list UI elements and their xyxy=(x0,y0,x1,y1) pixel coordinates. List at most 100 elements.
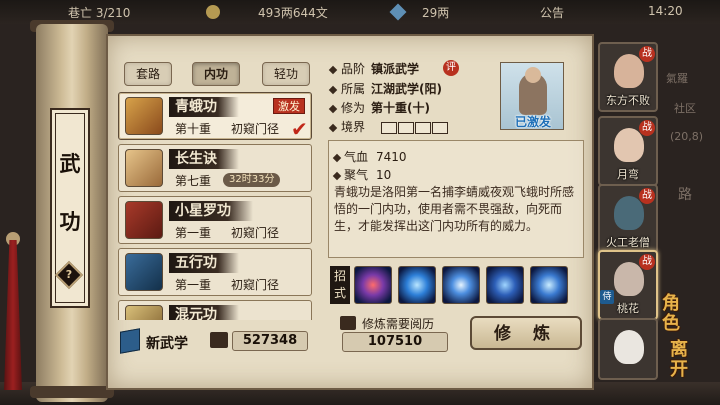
diamond-icon xyxy=(332,153,342,162)
move-slot-3[interactable] xyxy=(442,266,480,304)
open-book-icon xyxy=(210,332,228,348)
stat-value: 7410 xyxy=(376,150,407,164)
experience-value: 527348 xyxy=(232,331,308,351)
cultivation-label: 修为 xyxy=(341,101,366,115)
checkmark-icon: ✔ xyxy=(291,117,308,141)
move-slot-4[interactable] xyxy=(486,266,524,304)
location-text: 巷亡 3/210 xyxy=(68,6,131,20)
hero-portrait xyxy=(614,330,644,364)
activated-badge: 激发 xyxy=(273,98,305,114)
stat-hp: 气血 7410 xyxy=(332,148,407,165)
role-menu-button[interactable]: 角色 xyxy=(662,294,688,334)
gem-value: 29两 xyxy=(422,6,450,20)
bg-fragment-d: (20,8) xyxy=(670,130,704,143)
skill-description: 青蛾功是洛阳第一名捕李蜻威夜观飞蛾时所感悟的一门内功，使用者需不畏强敌，向死而生… xyxy=(334,185,575,233)
hero-huogong[interactable]: 战 火工老僧 xyxy=(598,184,658,254)
hero-name: 东方不败 xyxy=(606,94,650,107)
grade-value: 镇派武学 xyxy=(371,62,420,76)
bg-fragment-a: 氣羅 xyxy=(666,72,688,85)
hero-portrait xyxy=(614,196,644,230)
skill-rank: 初窥门径 xyxy=(231,278,280,292)
skill-rank: 初窥门径 xyxy=(231,226,280,240)
skill-name: 小星罗功 xyxy=(169,201,253,221)
tab-inner-skill[interactable]: 内功 xyxy=(192,62,240,86)
grade-label: 品阶 xyxy=(341,62,366,76)
skill-level: 第十重 xyxy=(175,122,212,136)
move-slot-5[interactable] xyxy=(530,266,568,304)
leave-menu-button[interactable]: 离开 xyxy=(670,340,696,380)
book-icon xyxy=(120,328,140,354)
stat-qi: 聚气 10 xyxy=(332,166,391,183)
scroll-cap-bottom xyxy=(30,386,114,398)
training-timer: 32时33分 xyxy=(223,173,281,187)
hero-dongfang[interactable]: 战 东方不败 xyxy=(598,42,658,112)
notice-button[interactable]: 公告 xyxy=(540,4,564,21)
skill-item-qinge[interactable]: 青蛾功 激发 第十重 初窥门径 ✔ xyxy=(118,92,312,141)
hero-yuewan[interactable]: 战 月弯 xyxy=(598,116,658,186)
realm-label: 境界 xyxy=(341,120,366,134)
skill-level: 第一重 xyxy=(175,278,212,292)
battle-badge: 战 xyxy=(639,46,655,62)
scroll-icon xyxy=(125,97,163,135)
battle-badge: 战 xyxy=(639,254,655,270)
realm-progress xyxy=(381,119,449,138)
diamond-icon xyxy=(328,85,338,94)
diamond-icon xyxy=(328,104,338,113)
skill-list[interactable]: 青蛾功 激发 第十重 初窥门径 ✔ 长生诀 第七重 32时33分 小星罗功 第一… xyxy=(118,92,314,320)
skill-item-changsheng[interactable]: 长生诀 第七重 32时33分 xyxy=(118,144,312,192)
skill-name: 混元功 xyxy=(169,305,239,320)
skill-name: 五行功 xyxy=(169,253,239,273)
stat-label: 聚气 xyxy=(344,168,369,182)
clock: 14:20 xyxy=(648,4,683,18)
cultivation-row: 修为 第十重(十) xyxy=(328,99,430,116)
hero-name: 月弯 xyxy=(617,168,639,181)
section-title-char-1: 武 xyxy=(59,152,81,176)
tab-light-skill[interactable]: 轻功 xyxy=(262,62,310,86)
train-button[interactable]: 修 炼 xyxy=(470,316,582,350)
school-value: 江湖武学(阳) xyxy=(371,82,442,96)
skill-item-hunyuan[interactable]: 混元功 xyxy=(118,300,312,320)
school-label: 所属 xyxy=(341,82,366,96)
hero-taohua[interactable]: 战 侍 桃花 xyxy=(598,250,658,320)
money-value: 493两644文 xyxy=(258,6,328,20)
move-slot-1[interactable] xyxy=(354,266,392,304)
skill-name: 长生诀 xyxy=(169,149,239,169)
hero-masked[interactable] xyxy=(598,318,658,380)
diamond-icon xyxy=(332,171,342,180)
grade-row: 品阶 镇派武学 xyxy=(328,60,420,77)
review-badge[interactable]: 评 xyxy=(443,60,459,76)
skill-rank: 初窥门径 xyxy=(231,122,280,136)
new-skill-button[interactable]: 新武学 xyxy=(120,328,210,354)
red-book-icon xyxy=(125,201,163,239)
moves-label: 招式 xyxy=(330,266,350,304)
tab-routines[interactable]: 套路 xyxy=(124,62,172,86)
diamond-icon xyxy=(328,123,338,132)
realm-row: 境界 xyxy=(328,118,366,135)
diamond-icon xyxy=(328,65,338,74)
skill-item-xiaoxingluo[interactable]: 小星罗功 第一重 初窥门径 xyxy=(118,196,312,244)
section-title-char-2: 功 xyxy=(59,210,81,234)
skill-name: 青蛾功 xyxy=(169,97,239,117)
skill-item-wuxing[interactable]: 五行功 第一重 初窥门径 xyxy=(118,248,312,296)
school-row: 所属 江湖武学(阳) xyxy=(328,80,442,97)
tassel-decoration xyxy=(4,240,22,390)
hero-portrait xyxy=(614,262,644,296)
hero-portrait xyxy=(614,128,644,162)
blue-book-icon xyxy=(125,253,163,291)
help-icon: ? xyxy=(65,268,73,281)
cultivation-value: 第十重(十) xyxy=(371,101,430,115)
battle-badge: 战 xyxy=(639,188,655,204)
coin-icon xyxy=(206,5,220,19)
skill-level: 第一重 xyxy=(175,226,212,240)
activated-label: 已激发 xyxy=(514,115,551,129)
bg-fragment-b: 社区 xyxy=(674,102,696,115)
move-slot-2[interactable] xyxy=(398,266,436,304)
hero-portrait xyxy=(614,54,644,88)
open-book-icon xyxy=(340,316,356,330)
train-cost-label: 修炼需要阅历 xyxy=(362,317,435,331)
bg-fragment-c: 路 xyxy=(678,187,692,203)
skill-level: 第七重 xyxy=(175,174,212,188)
hero-name: 火工老僧 xyxy=(606,236,650,249)
train-cost-value: 107510 xyxy=(342,332,448,352)
monk-head xyxy=(525,67,541,83)
